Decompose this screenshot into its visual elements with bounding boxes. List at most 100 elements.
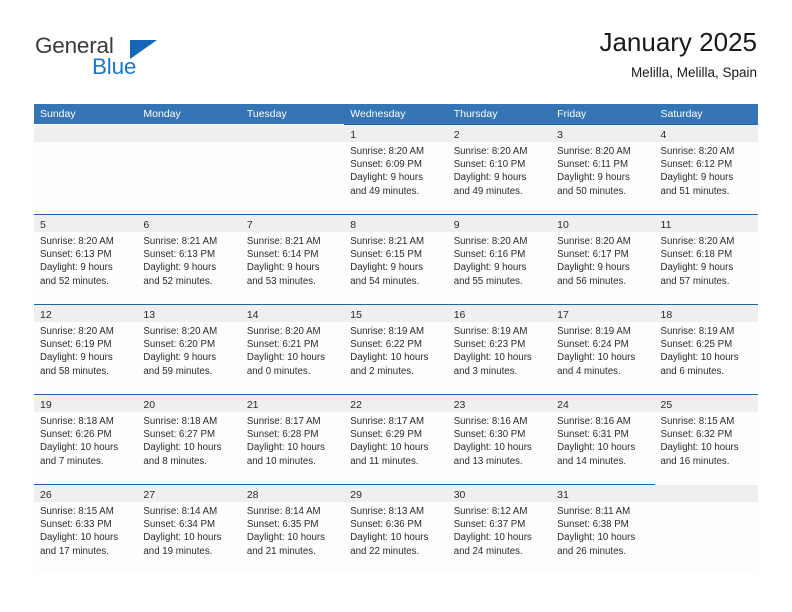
daylight-text: Daylight: 10 hours [350,532,429,544]
sunrise-text: Sunrise: 8:19 AM [660,326,735,337]
daylight-text: Daylight: 10 hours [660,352,739,364]
day-detail-lines: Sunrise: 8:20 AM Sunset: 6:13 PM Daylight:… [34,232,137,288]
day-number-band: 8 [344,215,448,232]
daylight-text: Daylight: 10 hours [350,442,429,454]
calendar-day-cell[interactable]: 18 Sunrise: 8:19 AM Sunset: 6:25 PM Dayligh… [654,304,758,394]
calendar-day-cell[interactable]: 16 Sunrise: 8:19 AM Sunset: 6:23 PM Dayligh… [447,304,552,394]
day-number-band: 27 [137,485,241,502]
sunset-text: Sunset: 6:12 PM [660,159,733,171]
day-number-band: 19 [34,395,138,412]
sunset-text: Sunset: 6:29 PM [350,429,422,441]
day-number-band: 5 [34,215,138,232]
day-number: 4 [660,129,667,141]
calendar-day-cell[interactable]: 17 Sunrise: 8:19 AM Sunset: 6:24 PM Dayligh… [551,304,655,394]
day-number-band: 13 [137,305,241,322]
sunset-text: Sunset: 6:34 PM [143,519,216,531]
calendar-day-cell[interactable]: 15 Sunrise: 8:19 AM Sunset: 6:22 PM Dayligh… [344,304,448,394]
page-header: General Blue January 2025 Melilla, Melil… [0,0,792,100]
daylight-text: Daylight: 10 hours [350,352,429,364]
calendar-day-cell[interactable]: 26 Sunrise: 8:15 AM Sunset: 6:33 PM Dayligh… [34,484,138,572]
daylight-text: and 21 minutes. [246,545,316,557]
calendar-week-row: 12 Sunrise: 8:20 AM Sunset: 6:19 PM Dayligh… [34,304,758,394]
day-number: 8 [350,219,357,231]
day-detail-lines: Sunrise: 8:16 AM Sunset: 6:30 PM Daylight:… [448,412,551,468]
calendar-day-cell[interactable]: 7 Sunrise: 8:21 AM Sunset: 6:14 PM Daylight… [240,214,345,304]
calendar-day-cell[interactable]: 29 Sunrise: 8:13 AM Sunset: 6:36 PM Dayligh… [344,484,448,572]
daylight-text: and 52 minutes. [40,275,109,287]
calendar-day-cell[interactable]: 23 Sunrise: 8:16 AM Sunset: 6:30 PM Dayligh… [447,394,552,484]
calendar-day-cell[interactable]: 8 Sunrise: 8:21 AM Sunset: 6:15 PM Daylight… [344,214,448,304]
day-of-week-header-saturday: Saturday [660,108,703,120]
sunrise-text: Sunrise: 8:12 AM [453,506,528,517]
page-title: January 2025 [599,27,757,57]
daylight-text: Daylight: 9 hours [143,352,217,364]
calendar-day-cell[interactable]: 25 Sunrise: 8:15 AM Sunset: 6:32 PM Dayligh… [654,394,758,484]
sunset-text: Sunset: 6:35 PM [246,519,319,531]
daylight-text: Daylight: 10 hours [557,352,636,364]
calendar-day-cell[interactable]: 28 Sunrise: 8:14 AM Sunset: 6:35 PM Dayligh… [240,484,345,572]
daylight-text: and 54 minutes. [350,275,420,287]
sunset-text: Sunset: 6:37 PM [453,519,526,531]
sunset-text: Sunset: 6:14 PM [246,249,319,261]
daylight-text: Daylight: 9 hours [453,262,527,274]
day-number: 15 [350,309,362,321]
sunrise-text: Sunrise: 8:17 AM [350,416,425,427]
day-number-band: 2 [447,125,552,142]
daylight-text: and 55 minutes. [453,275,523,287]
calendar-day-cell[interactable]: 6 Sunrise: 8:21 AM Sunset: 6:13 PM Daylight… [137,214,241,304]
sunset-text: Sunset: 6:17 PM [557,249,629,261]
day-number-band: 3 [551,125,655,142]
daylight-text: and 53 minutes. [246,275,316,287]
day-number-band: 25 [654,395,758,412]
calendar-day-cell[interactable]: 30 Sunrise: 8:12 AM Sunset: 6:37 PM Dayligh… [447,484,552,572]
calendar-day-cell[interactable]: 10 Sunrise: 8:20 AM Sunset: 6:17 PM Dayligh… [551,214,655,304]
calendar-day-cell[interactable]: 5 Sunrise: 8:20 AM Sunset: 6:13 PM Daylight… [34,214,138,304]
calendar-day-cell[interactable]: 3 Sunrise: 8:20 AM Sunset: 6:11 PM Daylight… [551,124,655,214]
daylight-text: Daylight: 9 hours [350,172,423,184]
calendar-day-cell[interactable]: 1 Sunrise: 8:20 AM Sunset: 6:09 PM Daylight… [344,124,448,214]
calendar-day-cell[interactable]: 2 Sunrise: 8:20 AM Sunset: 6:10 PM Daylight… [447,124,552,214]
calendar-day-cell[interactable]: 4 Sunrise: 8:20 AM Sunset: 6:12 PM Daylight… [654,124,758,214]
calendar-day-cell[interactable]: 13 Sunrise: 8:20 AM Sunset: 6:20 PM Dayligh… [137,304,241,394]
calendar-day-cell-empty [137,124,241,214]
sunrise-text: Sunrise: 8:20 AM [143,326,218,337]
sunrise-text: Sunrise: 8:20 AM [453,146,528,157]
daylight-text: Daylight: 10 hours [246,442,325,454]
day-number-band: 14 [240,305,345,322]
day-detail-lines: Sunrise: 8:12 AM Sunset: 6:37 PM Daylight:… [448,502,551,558]
sunset-text: Sunset: 6:27 PM [143,429,216,441]
day-number: 2 [453,129,460,141]
daylight-text: and 4 minutes. [557,365,621,377]
day-detail-lines: Sunrise: 8:20 AM Sunset: 6:12 PM Daylight:… [655,142,758,198]
day-number: 14 [246,309,259,321]
day-number-band [654,485,758,502]
calendar-day-cell[interactable]: 11 Sunrise: 8:20 AM Sunset: 6:18 PM Dayligh… [654,214,758,304]
calendar-day-cell[interactable]: 21 Sunrise: 8:17 AM Sunset: 6:28 PM Dayligh… [240,394,345,484]
calendar-day-cell[interactable]: 20 Sunrise: 8:18 AM Sunset: 6:27 PM Dayligh… [137,394,241,484]
day-number-band: 7 [240,215,345,232]
day-of-week-header-monday: Monday [143,108,181,120]
day-number-band: 15 [344,305,448,322]
sunrise-text: Sunrise: 8:15 AM [40,506,114,517]
calendar-day-cell[interactable]: 19 Sunrise: 8:18 AM Sunset: 6:26 PM Dayligh… [34,394,138,484]
calendar-day-cell[interactable]: 31 Sunrise: 8:11 AM Sunset: 6:38 PM Dayligh… [551,484,655,572]
sunset-text: Sunset: 6:15 PM [350,249,422,261]
day-number: 13 [143,309,156,321]
day-number: 28 [246,489,259,501]
day-detail-lines [137,142,240,145]
sunrise-text: Sunrise: 8:20 AM [660,236,735,247]
calendar-day-cell[interactable]: 24 Sunrise: 8:16 AM Sunset: 6:31 PM Dayligh… [551,394,655,484]
day-detail-lines: Sunrise: 8:20 AM Sunset: 6:09 PM Daylight:… [344,142,447,198]
calendar-day-cell[interactable]: 14 Sunrise: 8:20 AM Sunset: 6:21 PM Dayligh… [240,304,345,394]
calendar-day-cell[interactable]: 9 Sunrise: 8:20 AM Sunset: 6:16 PM Daylight… [447,214,552,304]
calendar-day-cell[interactable]: 22 Sunrise: 8:17 AM Sunset: 6:29 PM Dayligh… [344,394,448,484]
daylight-text: and 49 minutes. [350,185,420,197]
day-number-band: 6 [137,215,241,232]
day-detail-lines: Sunrise: 8:21 AM Sunset: 6:13 PM Daylight:… [137,232,240,288]
calendar-day-cell[interactable]: 27 Sunrise: 8:14 AM Sunset: 6:34 PM Dayligh… [137,484,241,572]
sunrise-text: Sunrise: 8:20 AM [246,326,321,337]
calendar-day-cell[interactable]: 12 Sunrise: 8:20 AM Sunset: 6:19 PM Dayligh… [34,304,138,394]
day-number: 27 [143,489,156,501]
day-number: 11 [660,219,672,231]
title-block: January 2025 Melilla, Melilla, Spain [599,27,757,80]
